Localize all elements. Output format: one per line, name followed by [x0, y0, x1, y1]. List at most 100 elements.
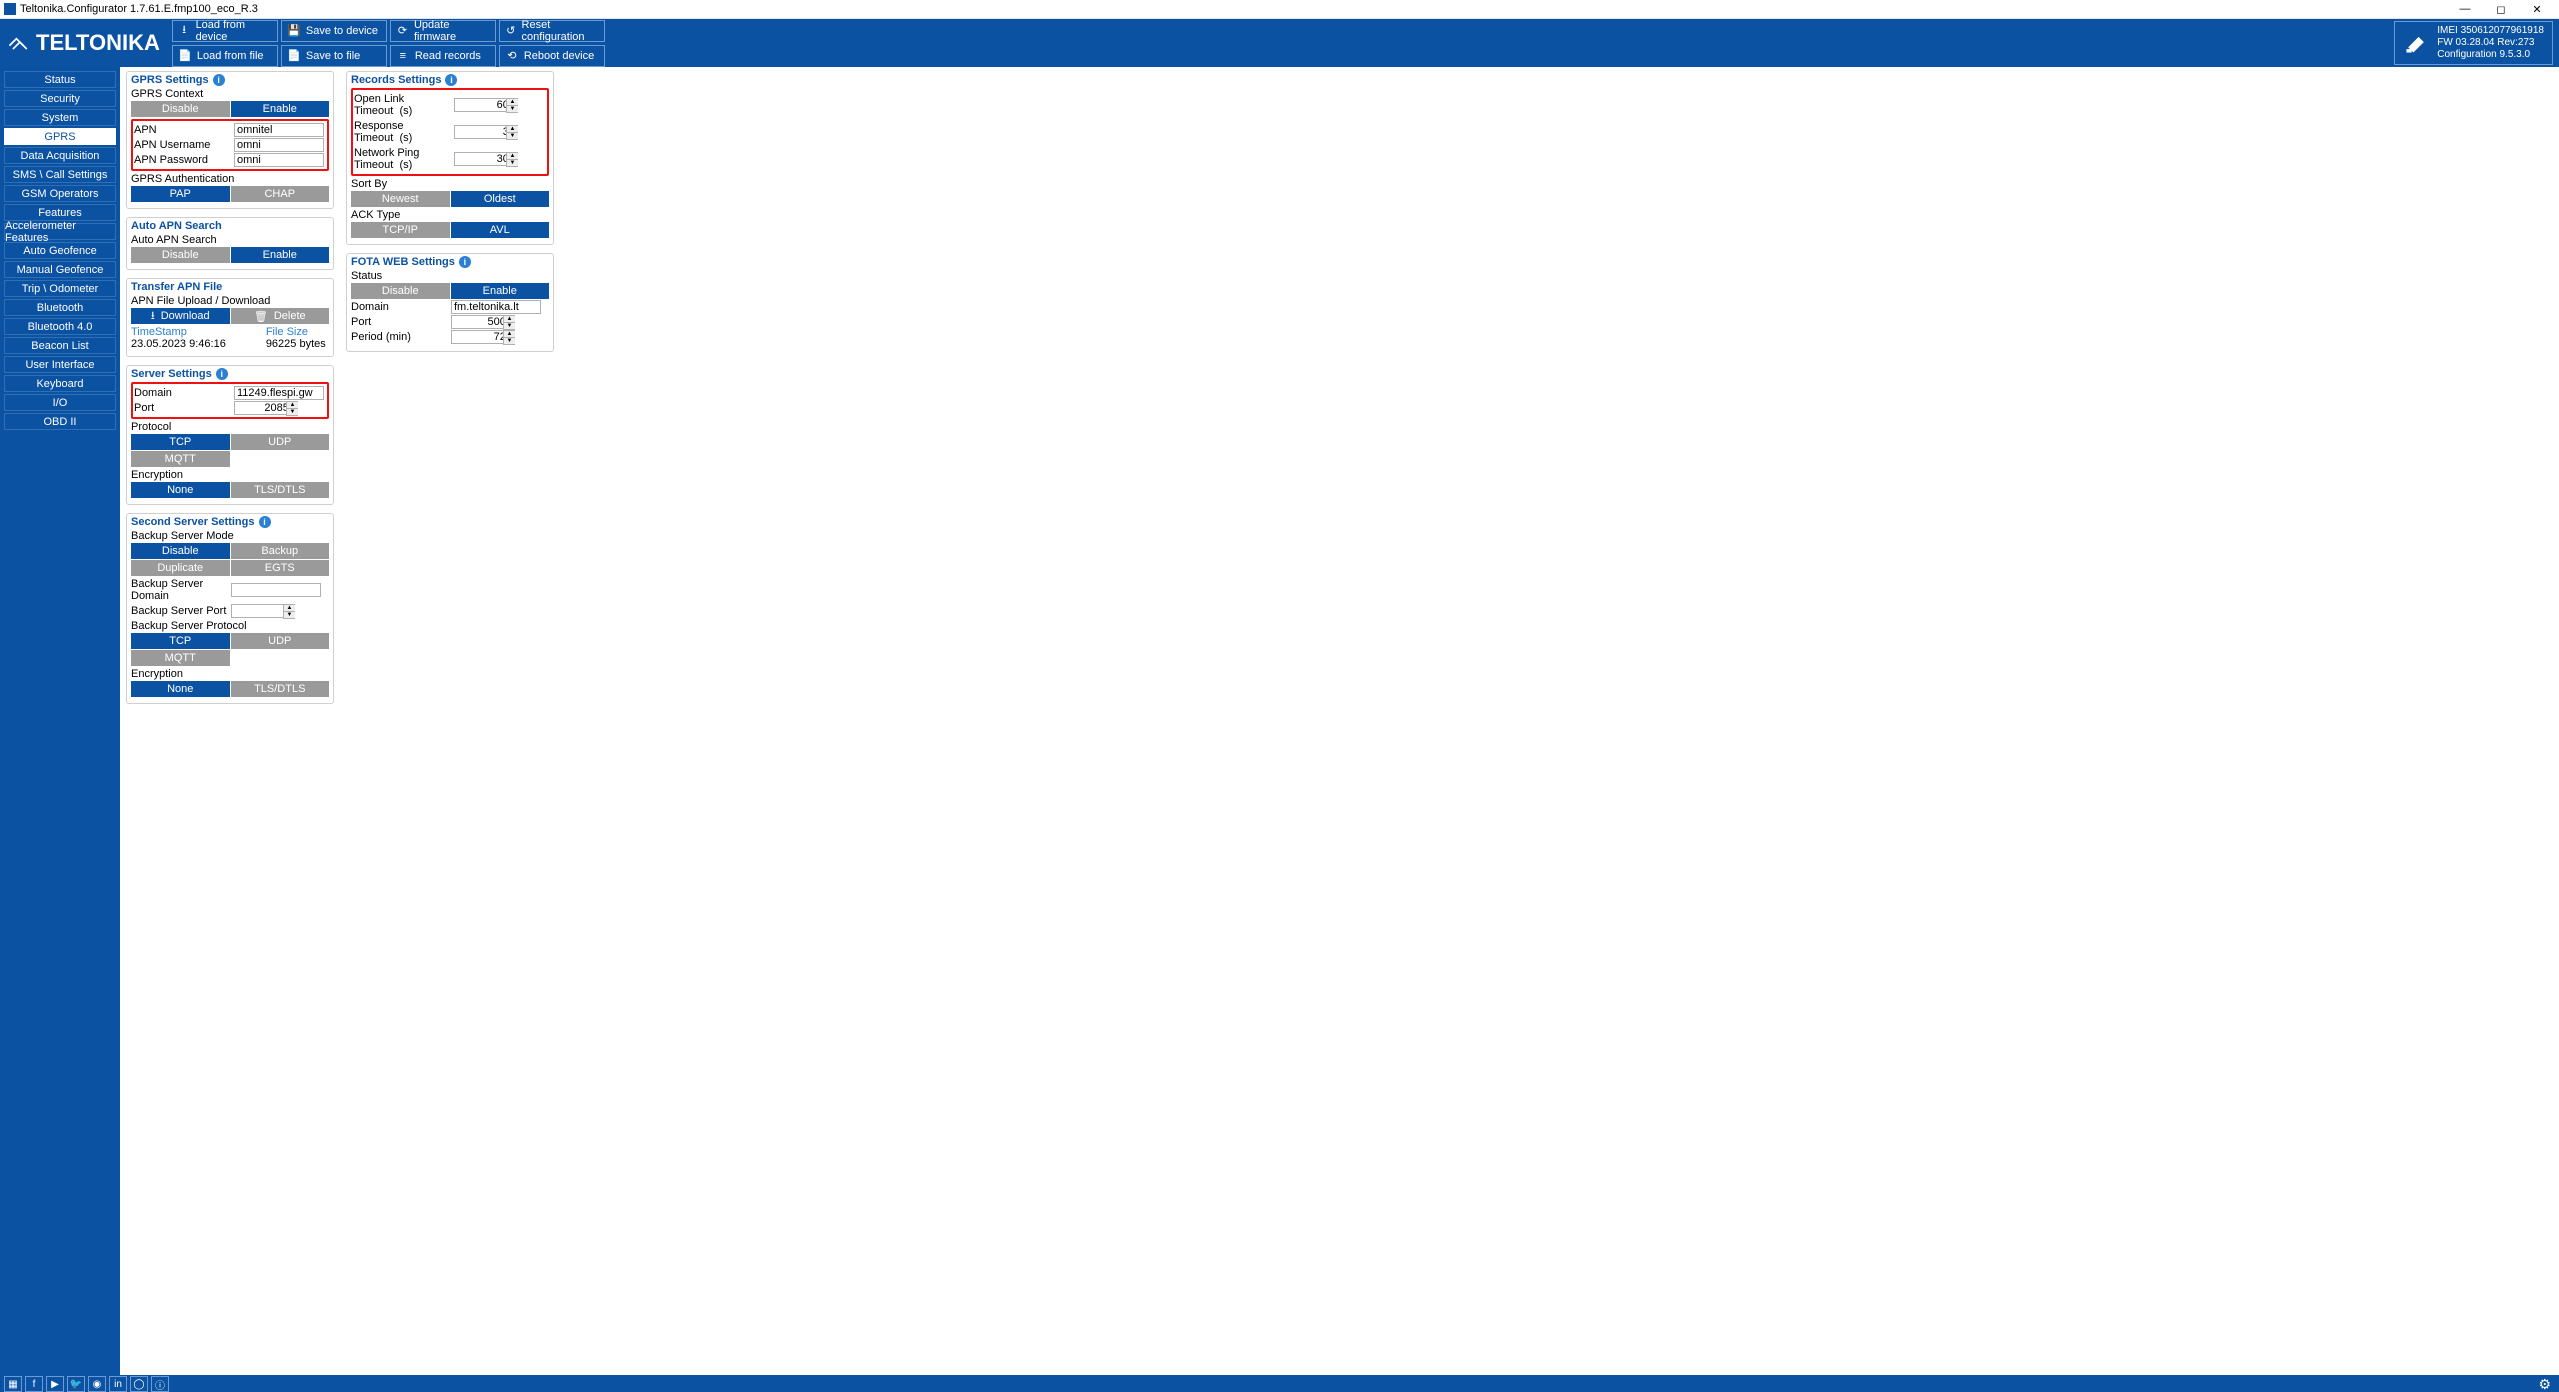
save-to-file-button[interactable]: 📄Save to file — [281, 45, 387, 67]
tcp-button[interactable]: TCP — [131, 434, 230, 450]
mqtt-button[interactable]: MQTT — [131, 451, 230, 467]
nav-auto-geofence[interactable]: Auto Geofence — [4, 242, 116, 259]
backup-duplicate-button[interactable]: Duplicate — [131, 560, 230, 576]
info-icon[interactable]: i — [213, 74, 225, 86]
timestamp-header[interactable]: TimeStamp — [131, 326, 226, 338]
nav-trip-odometer[interactable]: Trip \ Odometer — [4, 280, 116, 297]
gprs-enable-button[interactable]: Enable — [231, 101, 330, 117]
backup-udp-button[interactable]: UDP — [231, 633, 330, 649]
nav-beacon-list[interactable]: Beacon List — [4, 337, 116, 354]
close-button[interactable]: ✕ — [2519, 0, 2555, 18]
nav-sms-call-settings[interactable]: SMS \ Call Settings — [4, 166, 116, 183]
social-icon-0[interactable]: ▦ — [4, 1376, 22, 1392]
sort-newest-button[interactable]: Newest — [351, 191, 450, 207]
enc-none-button[interactable]: None — [131, 482, 230, 498]
backup-disable-button[interactable]: Disable — [131, 543, 230, 559]
auto-apn-panel: Auto APN Search Auto APN Search Disable … — [126, 217, 334, 270]
nav-system[interactable]: System — [4, 109, 116, 126]
port-spinner[interactable]: ▲▼ — [286, 401, 298, 415]
info-icon[interactable]: i — [259, 516, 271, 528]
info-icon[interactable]: i — [216, 368, 228, 380]
load-from-device-button[interactable]: ⭳Load from device — [172, 20, 278, 42]
delete-apn-button[interactable]: 🗑Delete — [231, 308, 330, 324]
brand-logo: TELTONIKA — [6, 30, 160, 56]
backup-egts-button[interactable]: EGTS — [231, 560, 330, 576]
nav-security[interactable]: Security — [4, 90, 116, 107]
nav-data-acquisition[interactable]: Data Acquisition — [4, 147, 116, 164]
load-from-file-button[interactable]: 📄Load from file — [172, 45, 278, 67]
fota-domain-input[interactable] — [451, 300, 541, 314]
backup-enc-tls-button[interactable]: TLS/DTLS — [231, 681, 330, 697]
enc-tls-button[interactable]: TLS/DTLS — [231, 482, 330, 498]
file-open-icon: 📄 — [179, 50, 191, 62]
nav-keyboard[interactable]: Keyboard — [4, 375, 116, 392]
social-icon-5[interactable]: in — [109, 1376, 127, 1392]
read-records-button[interactable]: ≡Read records — [390, 45, 496, 67]
ack-avl-button[interactable]: AVL — [451, 222, 550, 238]
nav-i-o[interactable]: I/O — [4, 394, 116, 411]
fota-status-label: Status — [351, 270, 549, 282]
ack-label: ACK Type — [351, 209, 549, 221]
pap-button[interactable]: PAP — [131, 186, 230, 202]
nav-manual-geofence[interactable]: Manual Geofence — [4, 261, 116, 278]
device-icon — [2403, 30, 2429, 56]
info-icon[interactable]: i — [445, 74, 457, 86]
apn-pass-input[interactable] — [234, 153, 324, 167]
info-icon[interactable]: i — [459, 256, 471, 268]
server-domain-input[interactable] — [234, 386, 324, 400]
gprs-disable-button[interactable]: Disable — [131, 101, 230, 117]
apn-user-input[interactable] — [234, 138, 324, 152]
reset-config-button[interactable]: ↺Reset configuration — [499, 20, 605, 42]
second-server-panel: Second Server Settingsi Backup Server Mo… — [126, 513, 334, 704]
backup-mqtt-button[interactable]: MQTT — [131, 650, 230, 666]
fota-enable-button[interactable]: Enable — [451, 283, 550, 299]
records-icon: ≡ — [397, 50, 409, 62]
ack-tcpip-button[interactable]: TCP/IP — [351, 222, 450, 238]
autoapn-disable-button[interactable]: Disable — [131, 247, 230, 263]
sort-oldest-button[interactable]: Oldest — [451, 191, 550, 207]
nav-status[interactable]: Status — [4, 71, 116, 88]
nav-gprs[interactable]: GPRS — [4, 128, 116, 145]
window-title: Teltonika.Configurator 1.7.61.E.fmp100_e… — [20, 3, 258, 15]
filesize-header[interactable]: File Size — [266, 326, 326, 338]
apn-input[interactable] — [234, 123, 324, 137]
nav-gsm-operators[interactable]: GSM Operators — [4, 185, 116, 202]
nav-accelerometer-features[interactable]: Accelerometer Features — [4, 223, 116, 240]
nav-features[interactable]: Features — [4, 204, 116, 221]
nav-user-interface[interactable]: User Interface — [4, 356, 116, 373]
backup-port-spinner[interactable]: ▲▼ — [283, 604, 295, 618]
backup-backup-button[interactable]: Backup — [231, 543, 330, 559]
social-icon-1[interactable]: f — [25, 1376, 43, 1392]
panel-title: GPRS Settings — [131, 74, 209, 86]
reset-icon: ↺ — [506, 25, 516, 37]
nav-bluetooth[interactable]: Bluetooth — [4, 299, 116, 316]
update-icon: ⟳ — [397, 25, 408, 37]
settings-gear-icon[interactable]: ⚙ — [2534, 1376, 2555, 1392]
download-apn-button[interactable]: ⭳Download — [131, 308, 230, 324]
social-icon-2[interactable]: ▶ — [46, 1376, 64, 1392]
server-port-label: Port — [134, 401, 232, 415]
apn-user-label: APN Username — [134, 138, 232, 152]
filesize-value: 96225 bytes — [266, 338, 326, 350]
app-icon — [4, 3, 16, 15]
social-icon-6[interactable]: ◯ — [130, 1376, 148, 1392]
autoapn-enable-button[interactable]: Enable — [231, 247, 330, 263]
save-to-device-button[interactable]: 💾Save to device — [281, 20, 387, 42]
update-firmware-button[interactable]: ⟳Update firmware — [390, 20, 496, 42]
minimize-button[interactable]: — — [2447, 0, 2483, 18]
backup-domain-input[interactable] — [231, 583, 321, 597]
udp-button[interactable]: UDP — [231, 434, 330, 450]
social-icon-4[interactable]: ◉ — [88, 1376, 106, 1392]
fota-disable-button[interactable]: Disable — [351, 283, 450, 299]
chap-button[interactable]: CHAP — [231, 186, 330, 202]
backup-tcp-button[interactable]: TCP — [131, 633, 230, 649]
reboot-device-button[interactable]: ⟲Reboot device — [499, 45, 605, 67]
maximize-button[interactable]: ◻ — [2483, 0, 2519, 18]
social-icon-7[interactable]: ⓘ — [151, 1376, 169, 1392]
nav-bluetooth-4-0[interactable]: Bluetooth 4.0 — [4, 318, 116, 335]
window-titlebar: Teltonika.Configurator 1.7.61.E.fmp100_e… — [0, 0, 2559, 19]
gprs-context-label: GPRS Context — [131, 88, 329, 100]
backup-enc-none-button[interactable]: None — [131, 681, 230, 697]
social-icon-3[interactable]: 🐦 — [67, 1376, 85, 1392]
nav-obd-ii[interactable]: OBD II — [4, 413, 116, 430]
